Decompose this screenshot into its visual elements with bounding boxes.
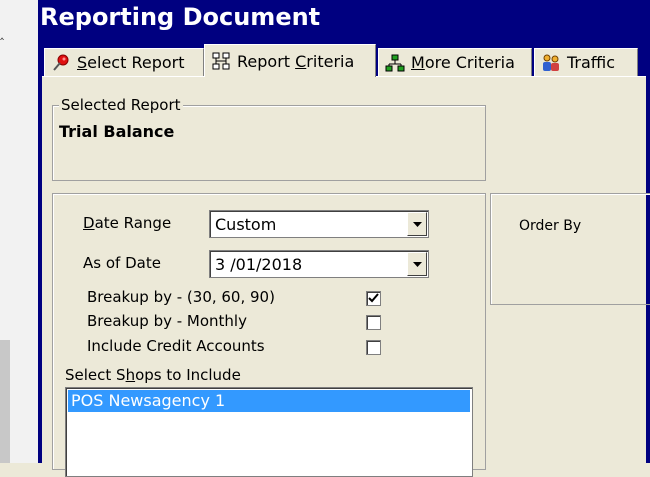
as-of-date-value: 3 /01/2018 — [215, 255, 303, 274]
background-window-strip: ‸ — [0, 0, 38, 463]
include-credit-accounts-checkbox[interactable] — [366, 340, 381, 355]
tab-traffic[interactable]: Traffic — [534, 48, 638, 76]
tab-label: Traffic — [567, 53, 616, 72]
selected-report-legend: Selected Report — [59, 96, 183, 114]
order-by-group: Order By — [490, 193, 650, 305]
checkmark-icon — [368, 293, 379, 303]
dropdown-arrow-icon[interactable] — [407, 212, 427, 236]
breakup-30-60-90-label: Breakup by - (30, 60, 90) — [87, 288, 275, 306]
tab-more-criteria[interactable]: More Criteria — [378, 48, 532, 76]
date-range-value: Custom — [215, 215, 277, 234]
title-bar[interactable]: Reporting Document — [38, 0, 650, 44]
criteria-group: Date Range Custom As of Date 3 /01/2018 … — [52, 193, 486, 477]
breakup-monthly-label: Breakup by - Monthly — [87, 312, 247, 330]
people-icon — [541, 53, 561, 73]
selected-report-group: Selected Report Trial Balance — [52, 96, 486, 181]
date-range-select[interactable]: Custom — [209, 210, 429, 238]
hierarchy-icon — [211, 51, 231, 71]
breakup-30-60-90-checkbox[interactable] — [366, 291, 381, 306]
tab-label: Select Report — [77, 53, 185, 72]
reporting-document-window: Reporting Document Select Report Report … — [38, 0, 650, 477]
as-of-date-label: As of Date — [83, 254, 161, 272]
dropdown-arrow-icon[interactable] — [407, 252, 427, 276]
tab-report-criteria[interactable]: Report Criteria — [204, 44, 376, 77]
pin-icon — [51, 53, 71, 73]
select-shops-label: Select Shops to Include — [65, 366, 241, 384]
tab-panel-report-criteria: Selected Report Trial Balance Date Range… — [42, 76, 650, 477]
include-credit-accounts-label: Include Credit Accounts — [87, 337, 265, 355]
as-of-date-picker[interactable]: 3 /01/2018 — [209, 250, 429, 278]
order-by-label: Order By — [519, 218, 582, 234]
network-icon — [385, 53, 405, 73]
shops-listbox[interactable]: POS Newsagency 1 — [65, 387, 473, 477]
window-title: Reporting Document — [40, 3, 321, 31]
list-item[interactable]: POS Newsagency 1 — [68, 390, 470, 412]
background-scrollbar[interactable] — [0, 340, 10, 463]
selected-report-value: Trial Balance — [59, 122, 175, 141]
tab-label: Report Criteria — [237, 51, 355, 71]
breakup-monthly-checkbox[interactable] — [366, 315, 381, 330]
date-range-label: Date Range — [83, 214, 172, 232]
tab-label: More Criteria — [411, 53, 515, 72]
tab-select-report[interactable]: Select Report — [44, 48, 204, 76]
caret-icon: ‸ — [0, 26, 5, 40]
